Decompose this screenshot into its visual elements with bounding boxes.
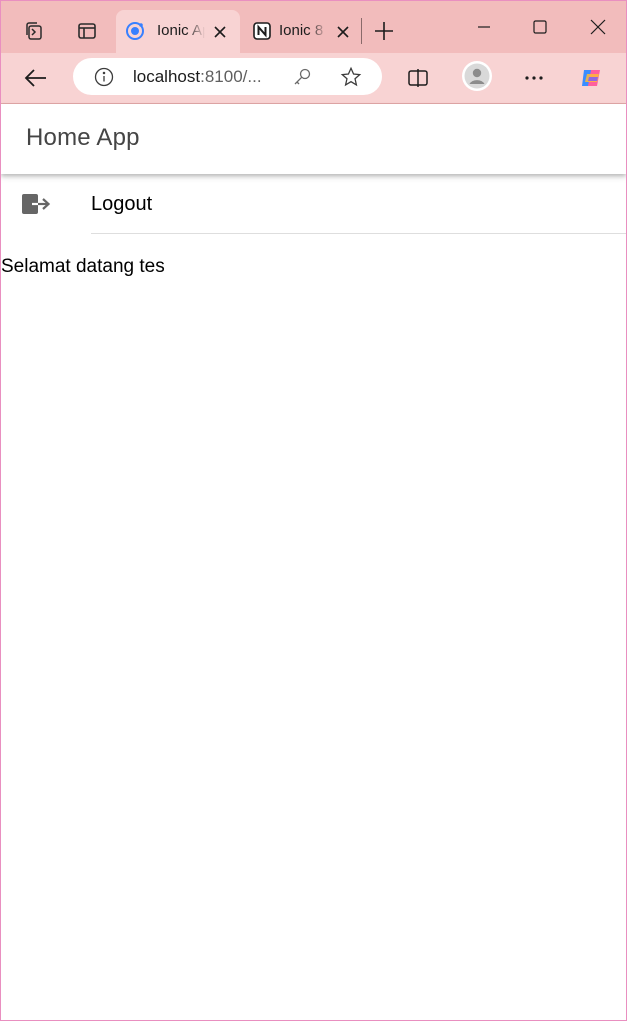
close-window-icon[interactable] [575,7,621,47]
url-text[interactable]: localhost:8100/... [133,67,262,87]
browser-toolbar: localhost:8100/... [1,53,626,104]
notion-logo-icon [252,21,272,41]
url-path: :8100/... [200,67,262,86]
new-tab-icon[interactable] [366,13,402,49]
browser-window: Ionic App Ionic 8 [0,0,627,1021]
address-bar[interactable]: localhost:8100/... [73,58,382,95]
minimize-icon[interactable] [461,7,507,47]
close-tab-icon[interactable] [210,22,230,42]
maximize-icon[interactable] [517,7,563,47]
app-header: Home App [1,104,626,174]
item-divider [91,233,626,234]
split-screen-icon[interactable] [401,61,435,95]
workspaces-icon[interactable] [16,13,52,49]
tab-ionic-8[interactable]: Ionic 8 [243,10,357,53]
back-arrow-icon[interactable] [19,61,53,95]
welcome-text: Selamat datang tes [1,256,165,277]
logout-label: Logout [91,193,153,215]
more-options-icon[interactable] [517,61,551,95]
page-title: Home App [26,124,140,151]
key-icon[interactable] [291,66,313,88]
close-tab-icon[interactable] [333,22,353,42]
logout-item[interactable]: Logout [1,174,626,234]
ionic-logo-icon [125,21,145,41]
profile-avatar-icon[interactable] [462,61,492,91]
tab-actions-icon[interactable] [69,13,105,49]
url-host: localhost [133,67,201,86]
tab-separator [361,18,362,44]
tab-ionic-app[interactable]: Ionic App [116,10,240,53]
tab-strip: Ionic App Ionic 8 [1,1,626,53]
copilot-icon[interactable] [575,61,609,95]
site-info-icon[interactable] [93,66,115,88]
logout-icon [21,191,51,217]
page-content: Home App Logout Selamat datang tes [1,104,626,1020]
favorite-star-icon[interactable] [339,65,363,89]
